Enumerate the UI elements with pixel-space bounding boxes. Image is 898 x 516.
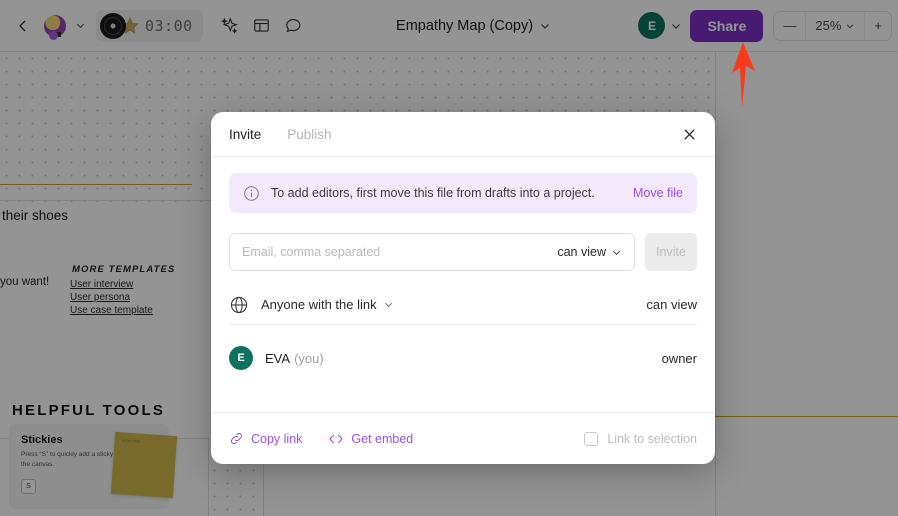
person-role: owner <box>661 350 697 366</box>
modal-body: To add editors, first move this file fro… <box>211 157 715 412</box>
invite-permission-chevron-down-icon <box>612 250 621 255</box>
invite-permission-value: can view <box>557 245 606 259</box>
code-brackets-icon <box>329 434 344 443</box>
move-file-link[interactable]: Move file <box>633 186 683 200</box>
modal-header: Invite Publish <box>211 112 715 157</box>
link-to-selection-toggle[interactable]: Link to selection <box>584 431 697 446</box>
close-modal-button[interactable] <box>677 122 701 146</box>
link-access-label: Anyone with the link <box>261 297 377 312</box>
tab-publish[interactable]: Publish <box>287 127 331 142</box>
email-input[interactable] <box>242 245 558 259</box>
person-row: E EVA (you) owner <box>229 335 697 381</box>
email-input-wrapper[interactable]: can view <box>229 233 635 271</box>
move-file-notice: To add editors, first move this file fro… <box>229 173 697 213</box>
person-name: EVA <box>265 350 291 366</box>
share-modal: Invite Publish To add editors, first mov… <box>211 112 715 464</box>
link-chain-icon <box>230 432 243 445</box>
globe-icon <box>230 296 248 313</box>
modal-footer: Copy link Get embed Link to selection <box>211 412 715 464</box>
copy-link-label: Copy link <box>251 431 303 446</box>
link-access-select[interactable]: Anyone with the link <box>261 297 394 312</box>
red-arrow-annotation <box>732 42 755 108</box>
red-arrow-up-icon <box>732 42 755 108</box>
link-access-permission: can view <box>646 297 697 312</box>
link-to-selection-checkbox[interactable] <box>584 431 599 446</box>
invite-button[interactable]: Invite <box>645 233 697 271</box>
tab-invite[interactable]: Invite <box>229 127 261 142</box>
copy-link-button[interactable]: Copy link <box>229 431 302 446</box>
person-avatar: E <box>229 346 253 370</box>
app-root: their shoes you want! MORE TEMPLATES Use… <box>0 0 898 516</box>
invite-permission-select[interactable]: can view <box>557 245 622 259</box>
invite-row: can view Invite <box>229 233 697 271</box>
info-icon <box>244 185 259 201</box>
link-to-selection-label: Link to selection <box>607 431 697 446</box>
link-access-row: Anyone with the link can view <box>229 285 697 325</box>
get-embed-label: Get embed <box>351 431 414 446</box>
link-access-chevron-down-icon <box>384 302 392 308</box>
get-embed-button[interactable]: Get embed <box>328 432 413 446</box>
close-icon <box>683 128 695 140</box>
person-you-label: (you) <box>294 350 324 366</box>
notice-text: To add editors, first move this file fro… <box>271 186 595 200</box>
